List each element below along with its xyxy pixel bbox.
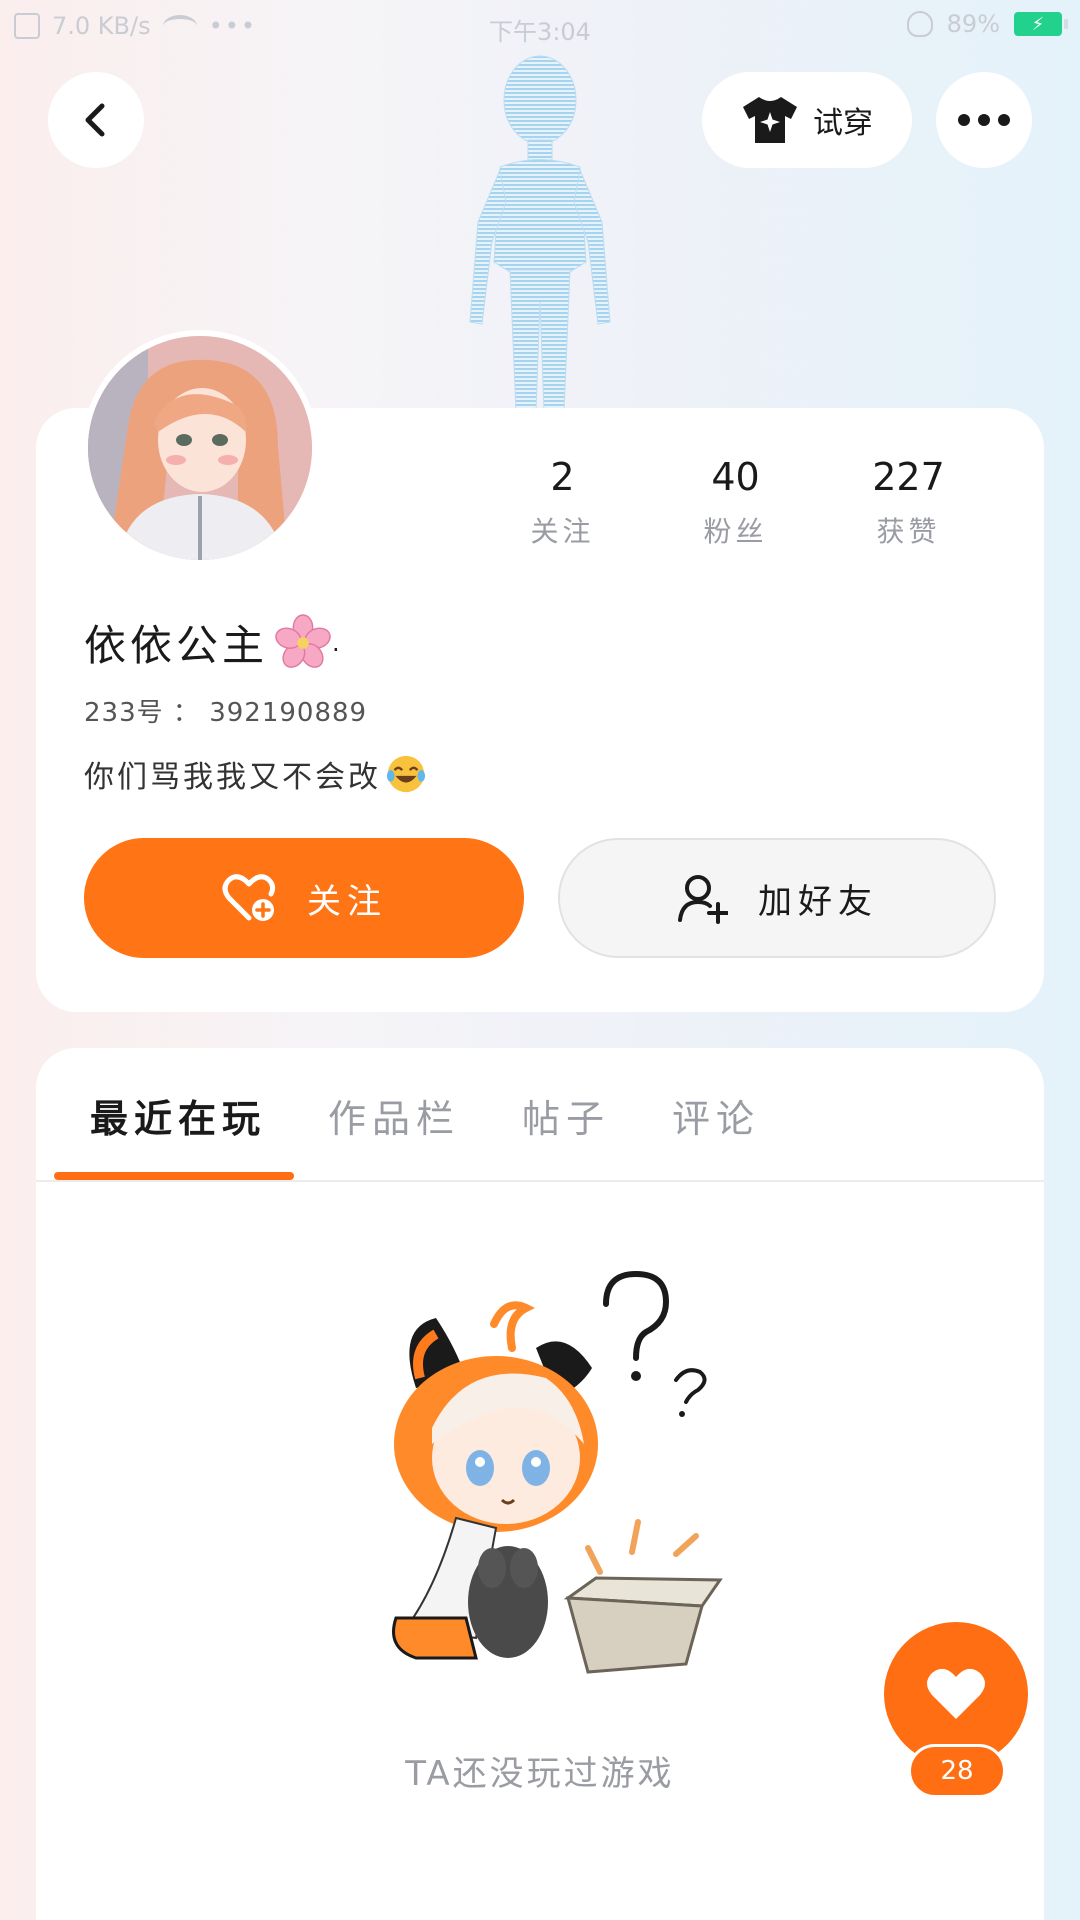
empty-state-text: TA还没玩过游戏 <box>405 1754 675 1794</box>
add-friend-button[interactable]: 加好友 <box>558 838 996 958</box>
battery-percent: 89% <box>946 10 1000 38</box>
user-id-separator: ： <box>172 698 200 728</box>
stat-value: 40 <box>711 455 760 499</box>
try-on-label: 试穿 <box>813 106 873 141</box>
stat-value: 227 <box>872 455 945 499</box>
status-right: 89% ⚡ <box>906 10 1068 38</box>
tears-of-joy-emoji-icon <box>386 755 426 793</box>
stats-row: 2 关注 40 粉丝 227 获赞 <box>476 454 996 550</box>
heart-icon <box>927 1668 985 1719</box>
stat-value: 2 <box>550 455 575 499</box>
tab-recently-played[interactable]: 最近在玩 <box>90 1088 266 1143</box>
avatar-image <box>88 336 312 560</box>
tab-comments[interactable]: 评论 <box>672 1088 760 1143</box>
more-dot <box>978 114 990 126</box>
tab-bar: 最近在玩 作品栏 帖子 评论 <box>36 1048 1044 1182</box>
more-dot <box>958 114 970 126</box>
bio-text: 你们骂我我又不会改 <box>84 760 381 795</box>
nickname-suffix: . <box>332 628 344 657</box>
alarm-icon <box>906 11 933 37</box>
try-on-button[interactable]: 试穿 <box>702 72 912 168</box>
active-tab-indicator <box>54 1172 294 1180</box>
nickname: 依依公主 . <box>84 612 344 673</box>
stat-label: 关注 <box>530 515 595 548</box>
more-dot <box>998 114 1010 126</box>
stat-label: 粉丝 <box>703 515 768 548</box>
tab-works[interactable]: 作品栏 <box>328 1088 460 1143</box>
bio: 你们骂我我又不会改 <box>84 752 427 796</box>
empty-mascot-illustration <box>392 1270 723 1674</box>
user-id-value: 392190889 <box>209 698 368 728</box>
hologram-figure-icon <box>469 55 611 412</box>
battery-charging-icon: ⚡ <box>1014 12 1068 36</box>
stat-followers[interactable]: 40 粉丝 <box>649 454 822 550</box>
follow-label: 关注 <box>307 881 387 922</box>
more-button[interactable] <box>936 72 1032 168</box>
heart-plus-icon <box>222 874 276 921</box>
stat-likes[interactable]: 227 获赞 <box>822 454 995 550</box>
nickname-text: 依依公主 <box>84 621 269 670</box>
content-card: 最近在玩 作品栏 帖子 评论 TA还没玩过游戏 <box>36 1048 1044 1920</box>
stat-following[interactable]: 2 关注 <box>476 454 649 550</box>
stat-label: 获赞 <box>876 515 941 548</box>
like-count-badge: 28 <box>908 1744 1006 1798</box>
status-bar: 7.0 KB/s ••• 下午3:04 89% ⚡ <box>0 0 1080 52</box>
back-button[interactable] <box>48 72 144 168</box>
add-user-icon <box>678 875 728 924</box>
follow-button[interactable]: 关注 <box>84 838 524 958</box>
tab-posts[interactable]: 帖子 <box>522 1088 610 1143</box>
cherry-blossom-icon <box>275 613 331 668</box>
user-id: 233号 ： 392190889 <box>84 692 367 729</box>
tshirt-icon <box>743 97 797 143</box>
avatar[interactable] <box>82 330 318 566</box>
add-friend-label: 加好友 <box>758 881 878 922</box>
chevron-left-icon <box>85 103 105 137</box>
user-id-label: 233号 <box>84 698 164 728</box>
